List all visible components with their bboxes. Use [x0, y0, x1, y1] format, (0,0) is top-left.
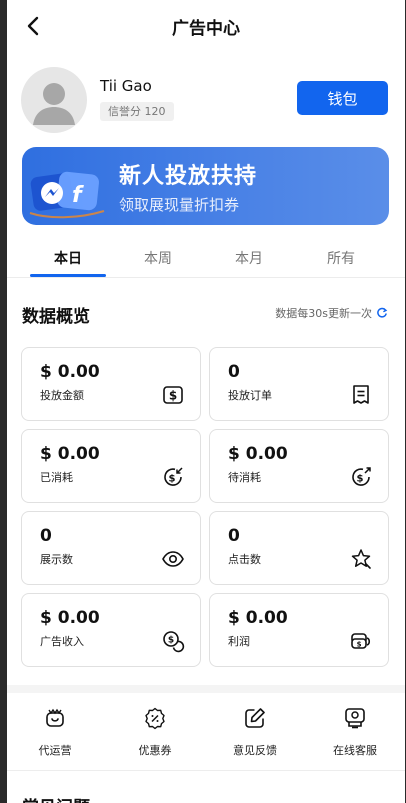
page-title: 广告中心 [172, 19, 240, 39]
service-online-support[interactable]: 在线客服 [315, 706, 395, 758]
dollar-square-icon: $ [163, 386, 183, 404]
stat-value: $ 0.00 [40, 608, 100, 628]
service-label: 代运营 [38, 744, 72, 757]
stat-value: $ 0.00 [228, 608, 288, 628]
active-tab-indicator [30, 274, 106, 277]
stat-card-impressions[interactable]: 0 展示数 [21, 511, 201, 585]
stat-card-ad-revenue[interactable]: $ 0.00 广告收入 $ [21, 593, 201, 667]
credit-score-badge: 信誉分 120 [100, 102, 174, 121]
dollar-consumed-icon: $ [164, 467, 183, 486]
svg-text:$: $ [169, 474, 176, 485]
promo-banner[interactable]: f 新人投放扶持 领取展现量折扣券 [22, 147, 389, 225]
section-divider-line [7, 770, 405, 771]
stat-label: 投放订单 [228, 389, 272, 402]
stat-card-spend-amount[interactable]: $ 0.00 投放金额 $ [21, 347, 201, 421]
stat-label: 点击数 [228, 553, 261, 566]
svg-text:$: $ [357, 641, 362, 649]
coins-icon: $ [163, 631, 185, 653]
money-stack-icon: $ [351, 633, 371, 649]
order-receipt-icon [353, 385, 369, 404]
stat-label: 利润 [228, 635, 250, 648]
service-feedback[interactable]: 意见反馈 [215, 706, 295, 758]
section-divider [7, 685, 405, 693]
service-label: 优惠券 [138, 744, 172, 757]
user-name: Tii Gao [100, 77, 152, 95]
profile-section: Tii Gao 信誉分 120 钱包 [7, 52, 405, 142]
service-label: 意见反馈 [233, 744, 277, 757]
svg-text:$: $ [357, 474, 364, 485]
tab-today[interactable]: 本日 [38, 248, 98, 268]
period-tabs: 本日 本周 本月 所有 [7, 240, 405, 278]
promo-logo-icon: f [28, 159, 108, 223]
stat-value: 0 [40, 526, 52, 546]
edit-feedback-icon [245, 708, 265, 728]
stat-label: 待消耗 [228, 471, 261, 484]
overview-title: 数据概览 [22, 307, 90, 327]
update-note[interactable]: 数据每30s更新一次 [275, 305, 388, 321]
dollar-pending-icon: $ [352, 467, 371, 486]
stat-label: 广告收入 [40, 635, 84, 648]
svg-text:$: $ [169, 389, 177, 403]
stat-label: 投放金额 [40, 389, 84, 402]
faq-title: 常见问题 [22, 793, 90, 803]
service-managed-ops[interactable]: 代运营 [15, 706, 95, 758]
stat-value: $ 0.00 [228, 444, 288, 464]
wallet-smile-icon [46, 708, 64, 727]
update-note-text: 数据每30s更新一次 [275, 307, 372, 320]
stat-card-clicks[interactable]: 0 点击数 [209, 511, 389, 585]
avatar[interactable] [21, 67, 87, 133]
tab-all[interactable]: 所有 [311, 248, 371, 268]
service-label: 在线客服 [333, 744, 377, 757]
stat-value: 0 [228, 526, 240, 546]
coupon-badge-icon [145, 707, 165, 730]
tab-month[interactable]: 本月 [219, 248, 279, 268]
app-screen: 广告中心 Tii Gao 信誉分 120 钱包 f 新人投放扶持 领取展现量折扣… [7, 0, 405, 803]
stat-card-orders[interactable]: 0 投放订单 [209, 347, 389, 421]
stat-value: $ 0.00 [40, 362, 100, 382]
stat-label: 已消耗 [40, 471, 73, 484]
banner-subtitle: 领取展现量折扣券 [119, 196, 240, 214]
svg-text:$: $ [168, 636, 174, 646]
stat-card-profit[interactable]: $ 0.00 利润 $ [209, 593, 389, 667]
customer-service-icon [345, 708, 365, 729]
banner-title: 新人投放扶持 [119, 164, 258, 189]
stat-card-pending[interactable]: $ 0.00 待消耗 $ [209, 429, 389, 503]
stat-value: 0 [228, 362, 240, 382]
stat-value: $ 0.00 [40, 444, 100, 464]
stat-card-consumed[interactable]: $ 0.00 已消耗 $ [21, 429, 201, 503]
stat-label: 展示数 [40, 553, 73, 566]
click-star-icon [351, 549, 371, 569]
refresh-icon[interactable] [376, 307, 388, 319]
top-bar: 广告中心 [7, 0, 405, 52]
wallet-button[interactable]: 钱包 [297, 81, 388, 115]
service-coupons[interactable]: 优惠券 [115, 706, 195, 758]
eye-icon [162, 551, 184, 567]
tab-week[interactable]: 本周 [128, 248, 188, 268]
